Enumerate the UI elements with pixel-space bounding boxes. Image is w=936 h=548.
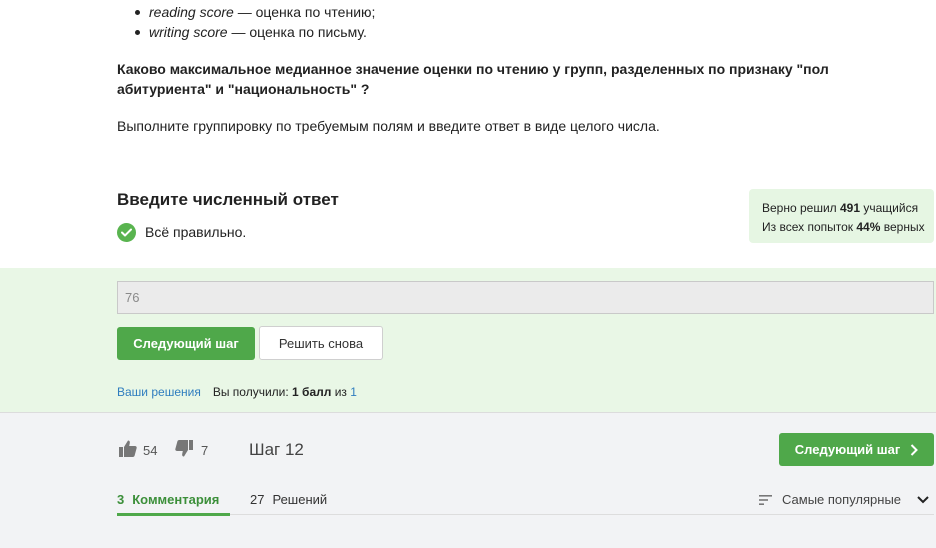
term: reading score [149,4,234,20]
retry-button[interactable]: Решить снова [259,326,383,360]
next-step-button[interactable]: Следующий шаг [117,327,255,360]
like-button[interactable]: 54 [119,440,158,460]
stats-label: учащийся [860,201,919,215]
tab-comments[interactable]: 3 Комментария [117,491,219,509]
result-text: Всё правильно. [145,224,247,240]
answer-title: Введите численный ответ [117,190,339,209]
solutions-row: Ваши решения Вы получили: 1 балл из 1 [117,385,357,399]
score-list: reading score — оценка по чтению; writin… [117,2,375,42]
term-desc: — оценка по письму. [227,24,367,40]
sort-icon [759,495,772,505]
tabs-divider [117,514,934,515]
received-label: Вы получили: [212,385,293,399]
stats-percent: Из всех попыток 44% верных [762,218,934,237]
thumbs-up-icon [119,440,137,460]
stats-solved: Верно решил 491 учащийся [762,199,934,218]
max-points: 1 [350,385,357,399]
active-tab-indicator [117,513,230,516]
tab-count: 3 [117,492,125,507]
next-step-label: Следующий шаг [794,442,901,457]
sort-label: Самые популярные [782,492,902,507]
tab-solutions[interactable]: 27 Решений [250,491,327,509]
stats-label: Из всех попыток [762,220,857,234]
tab-count: 27 [250,492,265,507]
sort-dropdown[interactable]: Самые популярные [759,491,929,509]
dislike-button[interactable]: 7 [175,440,209,460]
chevron-down-icon [917,496,929,504]
term: writing score [149,24,228,40]
list-item: writing score — оценка по письму. [117,22,375,42]
chevron-right-icon [910,443,919,456]
dislike-count: 7 [201,442,209,458]
percent-value: 44% [856,220,881,234]
stats-box: Верно решил 491 учащийся Из всех попыток… [749,189,934,243]
stats-label: Верно решил [762,201,840,215]
step-label: Шаг 12 [249,440,304,459]
next-step-button-footer[interactable]: Следующий шаг [779,433,934,466]
result-status: Всё правильно. [117,222,246,242]
tab-label: Комментария [132,492,220,507]
your-solutions-link[interactable]: Ваши решения [117,385,201,399]
stats-label: верных [880,220,925,234]
points-value: 1 балл [292,385,332,399]
question-text: Каково максимальное медианное значение о… [117,61,829,97]
check-icon [117,222,136,242]
instruction-text: Выполните группировку по требуемым полям… [117,118,660,134]
term-desc: — оценка по чтению; [233,4,376,20]
tab-label: Решений [272,492,328,507]
solved-count: 491 [840,201,861,215]
list-item: reading score — оценка по чтению; [117,2,375,22]
answer-input[interactable]: 76 [117,281,934,314]
like-count: 54 [143,442,158,458]
thumbs-down-icon [175,440,193,460]
of-label: из [331,385,351,399]
